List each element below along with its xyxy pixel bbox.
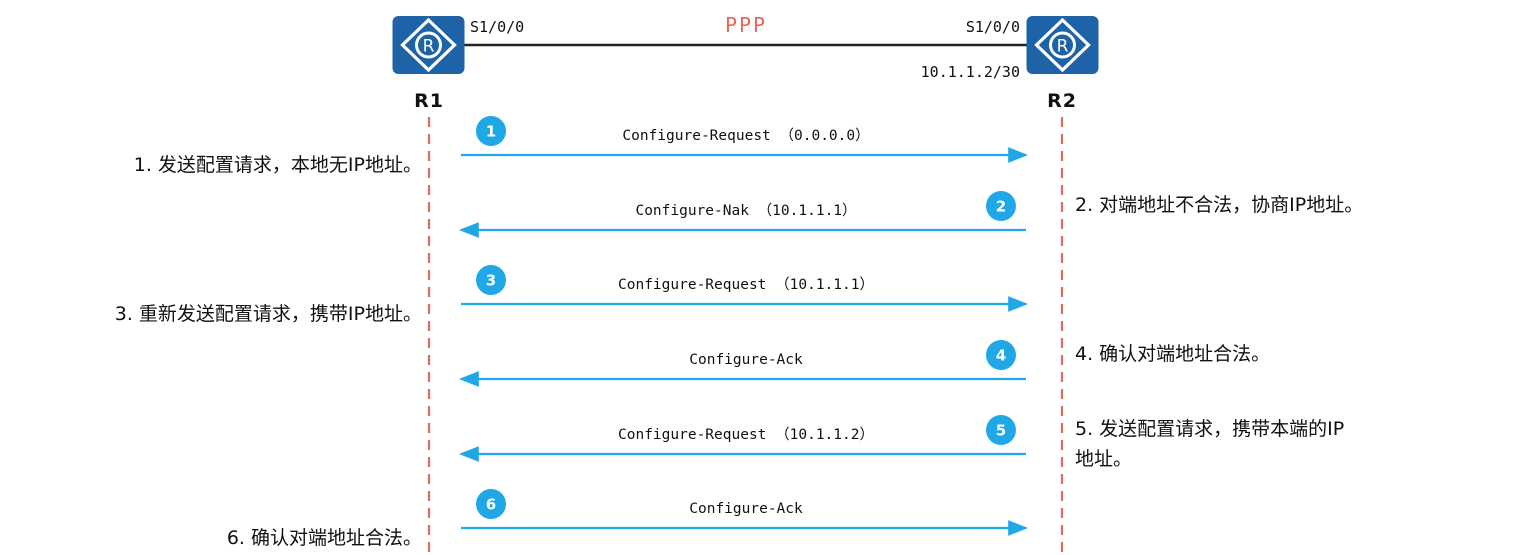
message-steps: Configure-Request （0.0.0.0） 1 1. 发送配置请求，本地… xyxy=(115,116,1363,549)
step-number: 2 xyxy=(996,198,1006,216)
router-r1-interface: S1/0/0 xyxy=(470,18,524,36)
router-icon xyxy=(1026,16,1099,74)
message-label: Configure-Ack xyxy=(689,501,803,517)
message-step: Configure-Ack 6 6. 确认对端地址合法。 xyxy=(227,489,1028,549)
message-label: Configure-Request （10.1.1.2） xyxy=(618,426,874,443)
step-number: 1 xyxy=(486,123,496,141)
step-number: 3 xyxy=(486,272,496,290)
step-number: 4 xyxy=(996,347,1006,365)
message-step: Configure-Nak （10.1.1.1） 2 2. 对端地址不合法，协商IP… xyxy=(459,191,1363,238)
ppp-ipcp-negotiation-diagram: R PPP S1/0/0 R1 S1/0/0 10.1.1.2/30 R2 Co… xyxy=(115,13,1363,555)
step-note: 3. 重新发送配置请求，携带IP地址。 xyxy=(115,303,422,325)
step-note: 6. 确认对端地址合法。 xyxy=(227,527,422,549)
message-label: Configure-Request （10.1.1.1） xyxy=(618,276,874,293)
step-number: 6 xyxy=(486,496,496,514)
step-note: 1. 发送配置请求，本地无IP地址。 xyxy=(134,154,422,176)
message-label: Configure-Nak （10.1.1.1） xyxy=(635,202,856,219)
router-r1-name: R1 xyxy=(414,90,444,112)
message-step: Configure-Request （10.1.1.2） 5 5. 发送配置请求，携… xyxy=(459,415,1344,470)
ppp-link-title: PPP xyxy=(725,13,767,37)
step-note: 2. 对端地址不合法，协商IP地址。 xyxy=(1075,194,1363,216)
router-r2-address: 10.1.1.2/30 xyxy=(921,63,1020,81)
router-r2: S1/0/0 10.1.1.2/30 R2 xyxy=(921,16,1099,112)
message-label: Configure-Ack xyxy=(689,352,803,368)
router-r1: S1/0/0 R1 xyxy=(392,16,524,112)
router-icon xyxy=(392,16,465,74)
message-step: Configure-Ack 4 4. 确认对端地址合法。 xyxy=(459,340,1270,387)
message-step: Configure-Request （10.1.1.1） 3 3. 重新发送配置请求… xyxy=(115,265,1028,325)
step-note: 4. 确认对端地址合法。 xyxy=(1075,343,1270,365)
message-step: Configure-Request （0.0.0.0） 1 1. 发送配置请求，本地… xyxy=(134,116,1028,176)
step-note: 地址。 xyxy=(1075,448,1132,470)
step-note: 5. 发送配置请求，携带本端的IP xyxy=(1075,418,1344,440)
step-number: 5 xyxy=(996,422,1006,440)
router-r2-interface: S1/0/0 xyxy=(966,18,1020,36)
router-r2-name: R2 xyxy=(1047,90,1077,112)
message-label: Configure-Request （0.0.0.0） xyxy=(622,127,869,144)
